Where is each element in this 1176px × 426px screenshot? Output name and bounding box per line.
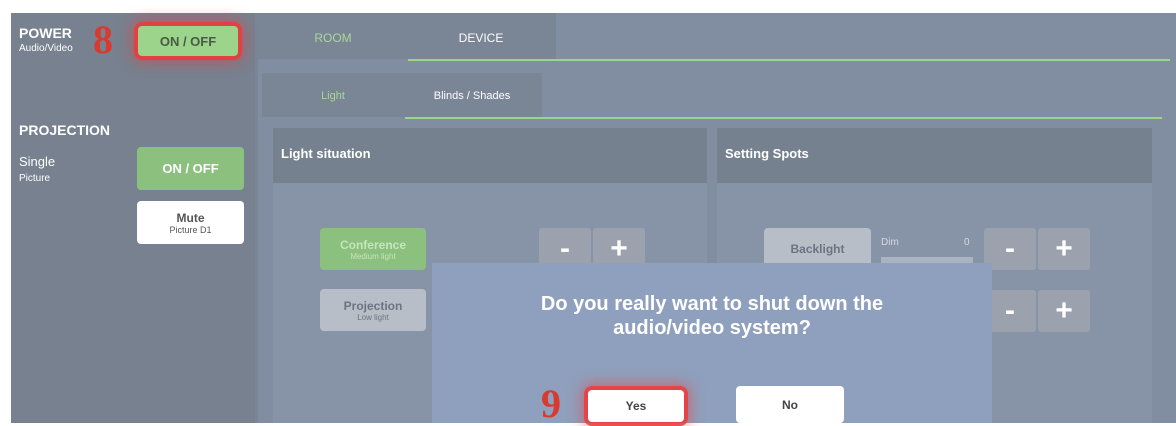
yes-button[interactable]: Yes bbox=[588, 390, 684, 422]
projection-scene-subtitle: Low light bbox=[357, 312, 389, 322]
subtab-blinds[interactable]: Blinds / Shades bbox=[405, 75, 539, 117]
dim-value: 0 bbox=[964, 237, 970, 248]
mute-title: Mute bbox=[176, 210, 205, 225]
plus-button[interactable]: + bbox=[1038, 290, 1090, 332]
power-title: POWER bbox=[19, 25, 72, 41]
plus-button[interactable]: + bbox=[1038, 228, 1090, 270]
no-button[interactable]: No bbox=[736, 386, 844, 423]
annotation-8: 8 bbox=[93, 17, 113, 62]
dialog-message: Do you really want to shut down the audi… bbox=[432, 292, 992, 340]
tab-room[interactable]: ROOM bbox=[260, 17, 406, 59]
spot-stepper: - + bbox=[984, 290, 1090, 332]
projection-scene-button[interactable]: Projection Low light bbox=[320, 289, 426, 331]
dialog-message-line1: Do you really want to shut down the bbox=[540, 293, 884, 315]
subtab-underline bbox=[405, 117, 1162, 119]
dim-label: Dim bbox=[881, 237, 899, 248]
projection-scene-title: Projection bbox=[343, 298, 403, 313]
dialog-message-line2: audio/video system? bbox=[613, 317, 811, 339]
setting-spots-title: Setting Spots bbox=[725, 146, 809, 161]
projection-title: PROJECTION bbox=[19, 122, 111, 138]
conference-title: Conference bbox=[339, 237, 407, 252]
power-on-off-button[interactable]: ON / OFF bbox=[138, 26, 238, 56]
annotation-9: 9 bbox=[541, 381, 561, 426]
single-title: Single bbox=[19, 154, 56, 169]
mute-button[interactable]: Mute Picture D1 bbox=[137, 201, 244, 244]
power-subtitle: Audio/Video bbox=[19, 43, 73, 54]
subtab-light[interactable]: Light bbox=[264, 75, 402, 117]
backlight-stepper: - + bbox=[984, 228, 1090, 270]
conference-button[interactable]: Conference Medium light bbox=[320, 228, 426, 270]
projection-on-off-button[interactable]: ON / OFF bbox=[137, 147, 244, 190]
tab-underline bbox=[408, 59, 1170, 61]
confirm-dialog bbox=[432, 263, 992, 423]
mute-subtitle: Picture D1 bbox=[169, 224, 212, 235]
tab-device[interactable]: DEVICE bbox=[408, 17, 554, 59]
conference-subtitle: Medium light bbox=[350, 251, 396, 261]
light-situation-title: Light situation bbox=[281, 146, 371, 161]
single-subtitle: Picture bbox=[19, 173, 51, 184]
